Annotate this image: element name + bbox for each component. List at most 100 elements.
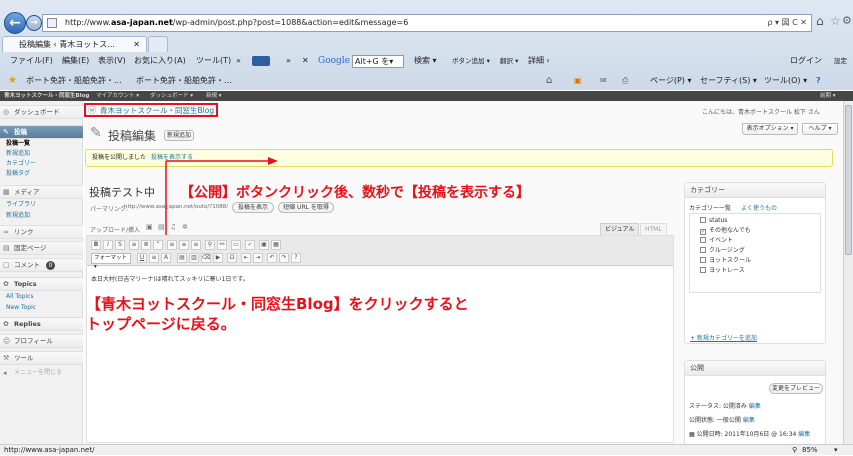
fullscreen-button[interactable]: ▣ bbox=[259, 240, 269, 250]
kitchen-sink-button[interactable]: ▦ bbox=[271, 240, 281, 250]
justify-button[interactable]: ≡ bbox=[149, 253, 159, 263]
favorite-link-1[interactable]: ボート免許・船舶免許・... bbox=[26, 71, 122, 90]
sidebar-sub-all-topics[interactable]: All Topics bbox=[0, 292, 83, 302]
menu-file[interactable]: ファイル(F) bbox=[10, 52, 53, 70]
numbered-list-button[interactable]: ≣ bbox=[141, 240, 151, 250]
char-map-button[interactable]: Ω bbox=[227, 253, 237, 263]
bold-button[interactable]: B bbox=[91, 240, 101, 250]
sidebar-item-replies[interactable]: ✿ Replies bbox=[0, 317, 83, 331]
sidebar-item-tools[interactable]: ⚒ ツール bbox=[0, 351, 83, 365]
more-chevron-icon[interactable]: » bbox=[236, 52, 241, 70]
upload-audio-icon[interactable]: ♫ bbox=[170, 223, 176, 231]
sidebar-item-pages[interactable]: ▤ 固定ページ bbox=[0, 241, 83, 255]
align-center-button[interactable]: ≡ bbox=[179, 240, 189, 250]
back-button[interactable]: ← bbox=[4, 12, 26, 34]
print-icon[interactable]: ⎙ bbox=[622, 71, 628, 90]
command-tools[interactable]: ツール(O) ▾ bbox=[764, 71, 807, 90]
translate-button[interactable]: 翻訳 ▾ bbox=[500, 52, 518, 70]
html-tab[interactable]: HTML bbox=[640, 223, 667, 235]
text-color-button[interactable]: A bbox=[161, 253, 171, 263]
category-item-school[interactable]: ヨットスクール bbox=[700, 256, 751, 265]
forward-button[interactable]: → bbox=[26, 15, 42, 31]
help-editor-button[interactable]: ? bbox=[291, 253, 301, 263]
upload-video-icon[interactable]: ▤ bbox=[158, 223, 165, 231]
checkbox[interactable] bbox=[700, 237, 706, 243]
view-post-button[interactable]: 投稿を表示 bbox=[232, 202, 274, 213]
outdent-button[interactable]: ⇤ bbox=[241, 253, 251, 263]
vertical-scrollbar[interactable] bbox=[843, 101, 853, 444]
checkbox-checked[interactable]: ✓ bbox=[700, 229, 706, 235]
format-select[interactable]: フォーマット ▾ bbox=[91, 253, 131, 270]
sidebar-collapse[interactable]: ◂ メニューを閉じる bbox=[0, 367, 83, 379]
command-page[interactable]: ページ(P) ▾ bbox=[650, 71, 691, 90]
unlink-button[interactable]: ⚯ bbox=[217, 240, 227, 250]
close-toolbar-icon[interactable]: ✕ bbox=[302, 52, 309, 70]
align-left-button[interactable]: ≡ bbox=[167, 240, 177, 250]
add-button[interactable]: ボタン追加 ▾ bbox=[452, 52, 490, 70]
spellcheck-button[interactable]: ✓ bbox=[245, 240, 255, 250]
strike-button[interactable]: S bbox=[115, 240, 125, 250]
sidebar-item-topics[interactable]: ✿ Topics bbox=[0, 277, 83, 291]
checkbox[interactable] bbox=[700, 257, 706, 263]
category-item-cruising[interactable]: クルージング bbox=[700, 246, 745, 255]
align-right-button[interactable]: ≡ bbox=[191, 240, 201, 250]
command-safety[interactable]: セーフティ(S) ▾ bbox=[700, 71, 757, 90]
add-category-link[interactable]: + 新規カテゴリーを追加 bbox=[690, 333, 757, 342]
sidebar-item-links[interactable]: ∞ リンク bbox=[0, 225, 83, 239]
paste-word-button[interactable]: ▥ bbox=[189, 253, 199, 263]
visibility-edit-link[interactable]: 編集 bbox=[743, 417, 755, 424]
google-search-input[interactable]: Alt+G を▾ bbox=[352, 55, 404, 68]
paste-text-button[interactable]: ▤ bbox=[177, 253, 187, 263]
favorites-star-add-icon[interactable]: ★ bbox=[8, 71, 17, 90]
indent-button[interactable]: ⇥ bbox=[253, 253, 263, 263]
category-item-other[interactable]: ✓ その他なんでも bbox=[700, 226, 751, 235]
sidebar-item-media[interactable]: ▦ メディア bbox=[0, 185, 83, 199]
adminbar-right[interactable]: 前期 ▾ bbox=[820, 91, 836, 101]
underline-button[interactable]: U bbox=[137, 253, 147, 263]
more-chevron-icon-2[interactable]: » bbox=[286, 52, 291, 70]
detail-button[interactable]: 詳細 › bbox=[528, 52, 550, 70]
visual-tab[interactable]: ビジュアル bbox=[600, 223, 640, 235]
menu-view[interactable]: 表示(V) bbox=[98, 52, 126, 70]
get-shortlink-button[interactable]: 短縮 URL を取得 bbox=[278, 202, 334, 213]
menu-favorites[interactable]: お気に入り(A) bbox=[134, 52, 186, 70]
checkbox[interactable] bbox=[700, 247, 706, 253]
zoom-icon[interactable]: ⚲ bbox=[792, 445, 797, 456]
adminbar-site[interactable]: 青木ヨットスクール・同窓生Blog bbox=[4, 91, 89, 101]
category-item-race[interactable]: ヨットレース bbox=[700, 266, 745, 275]
link-button[interactable]: ⚲ bbox=[205, 240, 215, 250]
adminbar-new[interactable]: 新規 ▾ bbox=[206, 91, 222, 101]
help-icon[interactable]: ? bbox=[816, 71, 821, 90]
categories-tab-popular[interactable]: よく使うもの bbox=[741, 203, 777, 212]
favorites-star-icon[interactable]: ☆ bbox=[830, 14, 841, 28]
sidebar-item-dashboard[interactable]: ◎ ダッシュボード bbox=[0, 105, 83, 119]
undo-button[interactable]: ↶ bbox=[267, 253, 277, 263]
display-options-button[interactable]: 表示オプション ▾ bbox=[742, 123, 798, 135]
menu-edit[interactable]: 編集(E) bbox=[62, 52, 89, 70]
scroll-thumb[interactable] bbox=[845, 105, 852, 255]
sidebar-sub-posts-list[interactable]: 投稿一覧 bbox=[0, 139, 83, 149]
sidebar-item-profile[interactable]: ☺ プロフィール bbox=[0, 334, 83, 348]
home-icon[interactable]: ⌂ bbox=[816, 14, 824, 28]
media-button[interactable]: ▶ bbox=[213, 253, 223, 263]
help-button[interactable]: ヘルプ ▾ bbox=[802, 123, 838, 135]
mail-icon[interactable]: ✉ bbox=[600, 71, 607, 90]
upload-image-icon[interactable]: ▣ bbox=[146, 223, 153, 231]
sidebar-item-comments[interactable]: ▢ コメント 0 bbox=[0, 258, 83, 272]
menu-tools[interactable]: ツール(T) bbox=[196, 52, 231, 70]
home-command-icon[interactable]: ⌂ bbox=[546, 71, 552, 90]
sidebar-item-posts[interactable]: ✎ 投稿 bbox=[0, 125, 83, 139]
quote-button[interactable]: “ bbox=[153, 240, 163, 250]
category-item-status[interactable]: status bbox=[700, 216, 727, 225]
zoom-level[interactable]: 85% bbox=[802, 445, 818, 456]
permalink-url[interactable]: http://www.asa-japan.net/outo/?1088/ bbox=[124, 204, 228, 210]
zoom-dropdown-icon[interactable]: ▾ bbox=[834, 445, 838, 456]
sidebar-sub-categories[interactable]: カテゴリー bbox=[0, 159, 83, 169]
feeds-icon[interactable]: ▣ bbox=[574, 71, 582, 90]
login-link[interactable]: ログイン bbox=[790, 52, 822, 70]
sidebar-sub-posts-new[interactable]: 新規追加 bbox=[0, 149, 83, 159]
settings-button[interactable]: 設定 bbox=[834, 52, 847, 70]
gear-icon[interactable]: ⚙ bbox=[842, 14, 852, 27]
toolbar-button-icon[interactable] bbox=[252, 56, 270, 66]
upload-media-icon[interactable]: ✲ bbox=[182, 223, 188, 231]
